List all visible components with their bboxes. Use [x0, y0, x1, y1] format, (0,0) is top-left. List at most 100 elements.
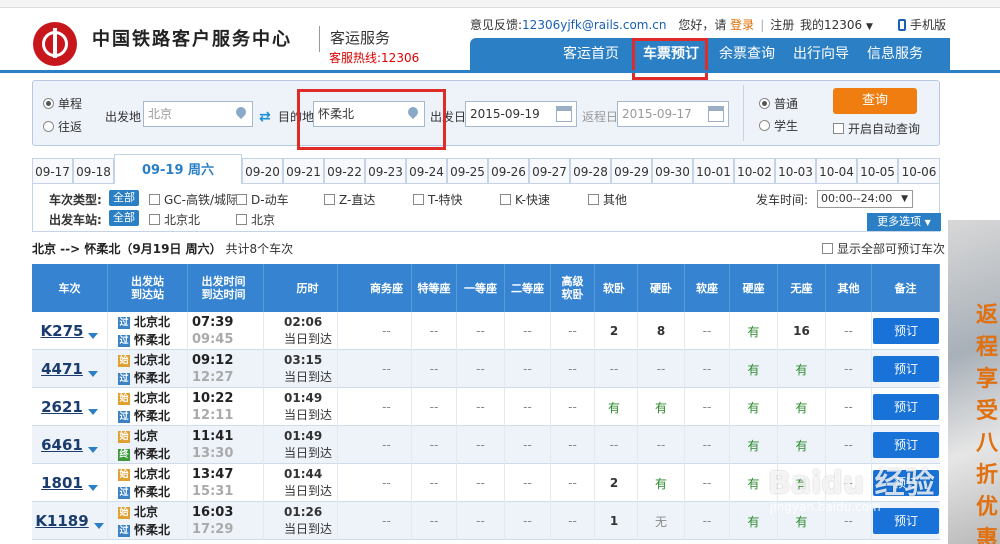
depart-station[interactable]: 北京北 — [134, 467, 170, 481]
date-tab[interactable]: 09-22 — [324, 158, 365, 184]
feedback-email-link[interactable]: 12306yjfk@rails.com.cn — [522, 18, 666, 32]
filter-type-k[interactable]: K-快速 — [500, 191, 550, 208]
show-all-checkbox[interactable]: 显示全部可预订车次 — [822, 240, 945, 257]
date-tabs: 09-17 09-18 09-19 周六 09-20 09-21 09-22 0… — [32, 154, 940, 185]
book-button[interactable]: 预订 — [873, 394, 939, 420]
nav-item-remaining-tickets[interactable]: 余票查询 — [712, 38, 782, 70]
result-summary: 北京 --> 怀柔北（9月19日 周六） 共计8个车次 — [32, 240, 293, 257]
book-button[interactable]: 预订 — [873, 318, 939, 344]
my12306-menu[interactable]: 我的12306 ▼ — [800, 16, 873, 33]
date-tab[interactable]: 10-02 — [734, 158, 775, 184]
depart-station[interactable]: 北京北 — [134, 391, 170, 405]
register-link[interactable]: 注册 — [770, 18, 794, 32]
train-number-cell[interactable]: K1189 — [32, 502, 108, 540]
train-number-cell[interactable]: 4471 — [32, 350, 108, 388]
train-number-cell[interactable]: 1801 — [32, 464, 108, 502]
depart-station[interactable]: 北京 — [134, 429, 158, 443]
date-tab[interactable]: 09-20 — [242, 158, 283, 184]
filter-station-beijing[interactable]: 北京 — [236, 211, 275, 228]
filter-station-beijingbei[interactable]: 北京北 — [149, 211, 200, 228]
chevron-down-icon[interactable] — [87, 485, 98, 491]
depart-station[interactable]: 北京 — [134, 505, 158, 519]
more-options-button[interactable]: 更多选项 ▼ — [867, 213, 941, 231]
swap-stations-icon[interactable]: ⇄ — [259, 109, 271, 125]
book-button[interactable]: 预订 — [873, 432, 939, 458]
nav-item-info-service[interactable]: 信息服务 — [860, 38, 930, 70]
nav-item-travel-guide[interactable]: 出行向导 — [786, 38, 856, 70]
date-tab[interactable]: 09-21 — [283, 158, 324, 184]
chevron-down-icon[interactable] — [87, 447, 98, 453]
seat-availability: -- — [685, 502, 730, 540]
train-number[interactable]: 4471 — [41, 360, 83, 378]
chevron-down-icon[interactable] — [93, 523, 104, 529]
column-header[interactable]: 出发时间 到达时间 — [184, 264, 264, 312]
date-tab[interactable]: 09-28 — [570, 158, 611, 184]
arrive-station[interactable]: 怀柔北 — [134, 523, 170, 537]
passenger-student-option[interactable]: 学生 — [759, 117, 798, 134]
date-tab[interactable]: 10-05 — [857, 158, 898, 184]
chevron-down-icon[interactable] — [88, 333, 99, 339]
trip-return-option[interactable]: 往返 — [43, 118, 82, 135]
return-date-input[interactable]: 2015-09-17 — [617, 101, 729, 127]
arrive-station[interactable]: 怀柔北 — [134, 409, 170, 423]
passenger-normal-option[interactable]: 普通 — [759, 95, 798, 112]
date-tab[interactable]: 09-26 — [488, 158, 529, 184]
date-tab[interactable]: 09-27 — [529, 158, 570, 184]
date-tab[interactable]: 09-17 — [32, 158, 73, 184]
depart-time-select[interactable]: 00:00--24:00 ▼ — [817, 190, 913, 208]
date-tab[interactable]: 10-03 — [775, 158, 816, 184]
railway-logo-icon[interactable] — [33, 22, 77, 66]
from-station-input[interactable]: 北京 — [143, 101, 253, 127]
arrive-station[interactable]: 怀柔北 — [134, 371, 170, 385]
chevron-down-icon[interactable] — [87, 409, 98, 415]
train-number-cell[interactable]: 6461 — [32, 426, 108, 464]
filter-station-label: 北京 — [251, 213, 276, 227]
train-number[interactable]: 2621 — [41, 398, 83, 416]
nav-item-home[interactable]: 客运首页 — [556, 38, 626, 70]
mobile-label: 手机版 — [910, 18, 947, 32]
arrive-station[interactable]: 怀柔北 — [134, 333, 170, 347]
seat-availability: -- — [685, 312, 730, 350]
date-tab[interactable]: 09-24 — [406, 158, 447, 184]
column-header[interactable]: 历时 — [278, 264, 338, 312]
book-button[interactable]: 预订 — [873, 508, 939, 534]
train-number-cell[interactable]: 2621 — [32, 388, 108, 426]
side-ad-banner[interactable]: 返程享受八折优惠 — [948, 220, 1000, 544]
arrive-station[interactable]: 怀柔北 — [134, 485, 170, 499]
login-link[interactable]: 登录 — [730, 18, 754, 32]
date-tab[interactable]: 10-04 — [816, 158, 857, 184]
auto-query-checkbox[interactable]: 开启自动查询 — [833, 120, 920, 137]
mobile-link[interactable]: 手机版 — [898, 16, 946, 33]
filter-type-z[interactable]: Z-直达 — [324, 191, 375, 208]
filter-type-t[interactable]: T-特快 — [413, 191, 463, 208]
checkbox-icon — [413, 194, 424, 205]
filter-type-gc[interactable]: GC-高铁/城际 — [149, 191, 238, 208]
query-button[interactable]: 查询 — [833, 88, 917, 114]
date-tab[interactable]: 09-30 — [652, 158, 693, 184]
train-number[interactable]: K1189 — [35, 512, 88, 530]
depart-station[interactable]: 北京北 — [134, 353, 170, 367]
show-all-label: 显示全部可预订车次 — [837, 242, 946, 256]
filter-type-d[interactable]: D-动车 — [236, 191, 289, 208]
date-tab[interactable]: 09-25 — [447, 158, 488, 184]
date-tab-selected[interactable]: 09-19 周六 — [114, 154, 242, 185]
date-tab[interactable]: 09-18 — [73, 158, 114, 184]
book-button[interactable]: 预订 — [873, 356, 939, 382]
depart-date-input[interactable]: 2015-09-19 — [465, 101, 577, 127]
chevron-down-icon[interactable] — [87, 371, 98, 377]
station-type-badge: 过 — [118, 411, 130, 423]
date-tab[interactable]: 10-06 — [898, 158, 940, 184]
train-number[interactable]: 6461 — [41, 436, 83, 454]
arrive-station[interactable]: 怀柔北 — [134, 447, 170, 461]
train-number-cell[interactable]: K275 — [32, 312, 108, 350]
filter-type-other[interactable]: 其他 — [588, 191, 627, 208]
station-all-button[interactable]: 全部 — [109, 210, 139, 226]
train-number[interactable]: K275 — [41, 322, 84, 340]
date-tab[interactable]: 10-01 — [693, 158, 734, 184]
date-tab[interactable]: 09-23 — [365, 158, 406, 184]
date-tab[interactable]: 09-29 — [611, 158, 652, 184]
trip-oneway-option[interactable]: 单程 — [43, 95, 82, 112]
train-type-all-button[interactable]: 全部 — [109, 190, 139, 206]
depart-station[interactable]: 北京北 — [134, 315, 170, 329]
train-number[interactable]: 1801 — [41, 474, 83, 492]
